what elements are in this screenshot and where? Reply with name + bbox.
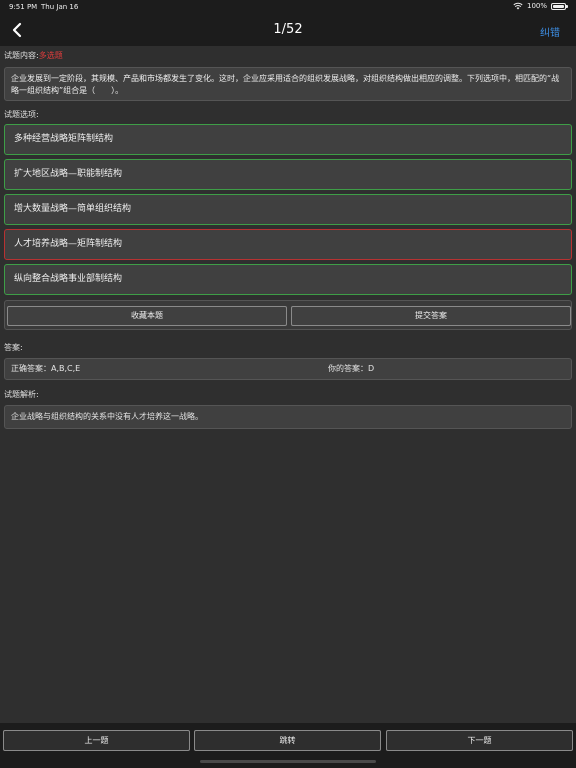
- wifi-icon: [513, 2, 523, 10]
- question-text: 企业发展到一定阶段，其规模、产品和市场都发生了变化。这时，企业应采用适合的组织发…: [4, 67, 572, 101]
- bottom-bar: 上一题 跳转 下一题: [0, 723, 576, 768]
- next-question-button[interactable]: 下一题: [386, 730, 573, 751]
- submit-answer-button[interactable]: 提交答案: [291, 306, 571, 326]
- your-answer-prefix: 你的答案：: [328, 364, 368, 373]
- question-label-text: 试题内容:: [4, 51, 39, 60]
- home-indicator[interactable]: [200, 760, 376, 763]
- options-label: 试题选项:: [4, 110, 39, 119]
- question-label: 试题内容:多选题: [4, 50, 63, 61]
- option-b[interactable]: 扩大地区战略—职能制结构: [4, 159, 572, 190]
- prev-question-button[interactable]: 上一题: [3, 730, 190, 751]
- option-d[interactable]: 人才培养战略—矩阵制结构: [4, 229, 572, 260]
- correct-answer: 正确答案：A,B,C,E: [11, 359, 80, 379]
- favorite-button[interactable]: 收藏本题: [7, 306, 287, 326]
- action-bar: 收藏本题 提交答案: [4, 300, 572, 330]
- analysis-text: 企业战略与组织结构的关系中没有人才培养这一战略。: [4, 405, 572, 429]
- your-answer: 你的答案：D: [328, 359, 374, 379]
- page-title: 1/52: [273, 22, 303, 37]
- battery-percent: 100%: [526, 2, 547, 10]
- nav-bar: 1/52 纠错: [0, 14, 576, 46]
- answer-label: 答案:: [4, 343, 23, 352]
- question-type: 多选题: [38, 51, 63, 60]
- status-right: 100%: [513, 2, 568, 10]
- correct-answer-value: A,B,C,E: [51, 364, 81, 373]
- answer-box: 正确答案：A,B,C,E 你的答案：D: [4, 358, 572, 380]
- battery-icon: [551, 2, 568, 10]
- your-answer-value: D: [368, 364, 375, 373]
- jump-button[interactable]: 跳转: [194, 730, 381, 751]
- option-a[interactable]: 多种经营战略矩阵制结构: [4, 124, 572, 155]
- status-bar: 9:51 PM Thu Jan 16 100%: [0, 0, 576, 14]
- report-error-button[interactable]: 纠错: [540, 24, 560, 39]
- correct-answer-prefix: 正确答案：: [11, 364, 51, 373]
- analysis-label: 试题解析:: [4, 390, 39, 399]
- status-date: Thu Jan 16: [41, 3, 79, 11]
- option-e[interactable]: 纵向整合战略事业部制结构: [4, 264, 572, 295]
- option-c[interactable]: 增大数量战略—简单组织结构: [4, 194, 572, 225]
- status-time: 9:51 PM: [9, 3, 38, 11]
